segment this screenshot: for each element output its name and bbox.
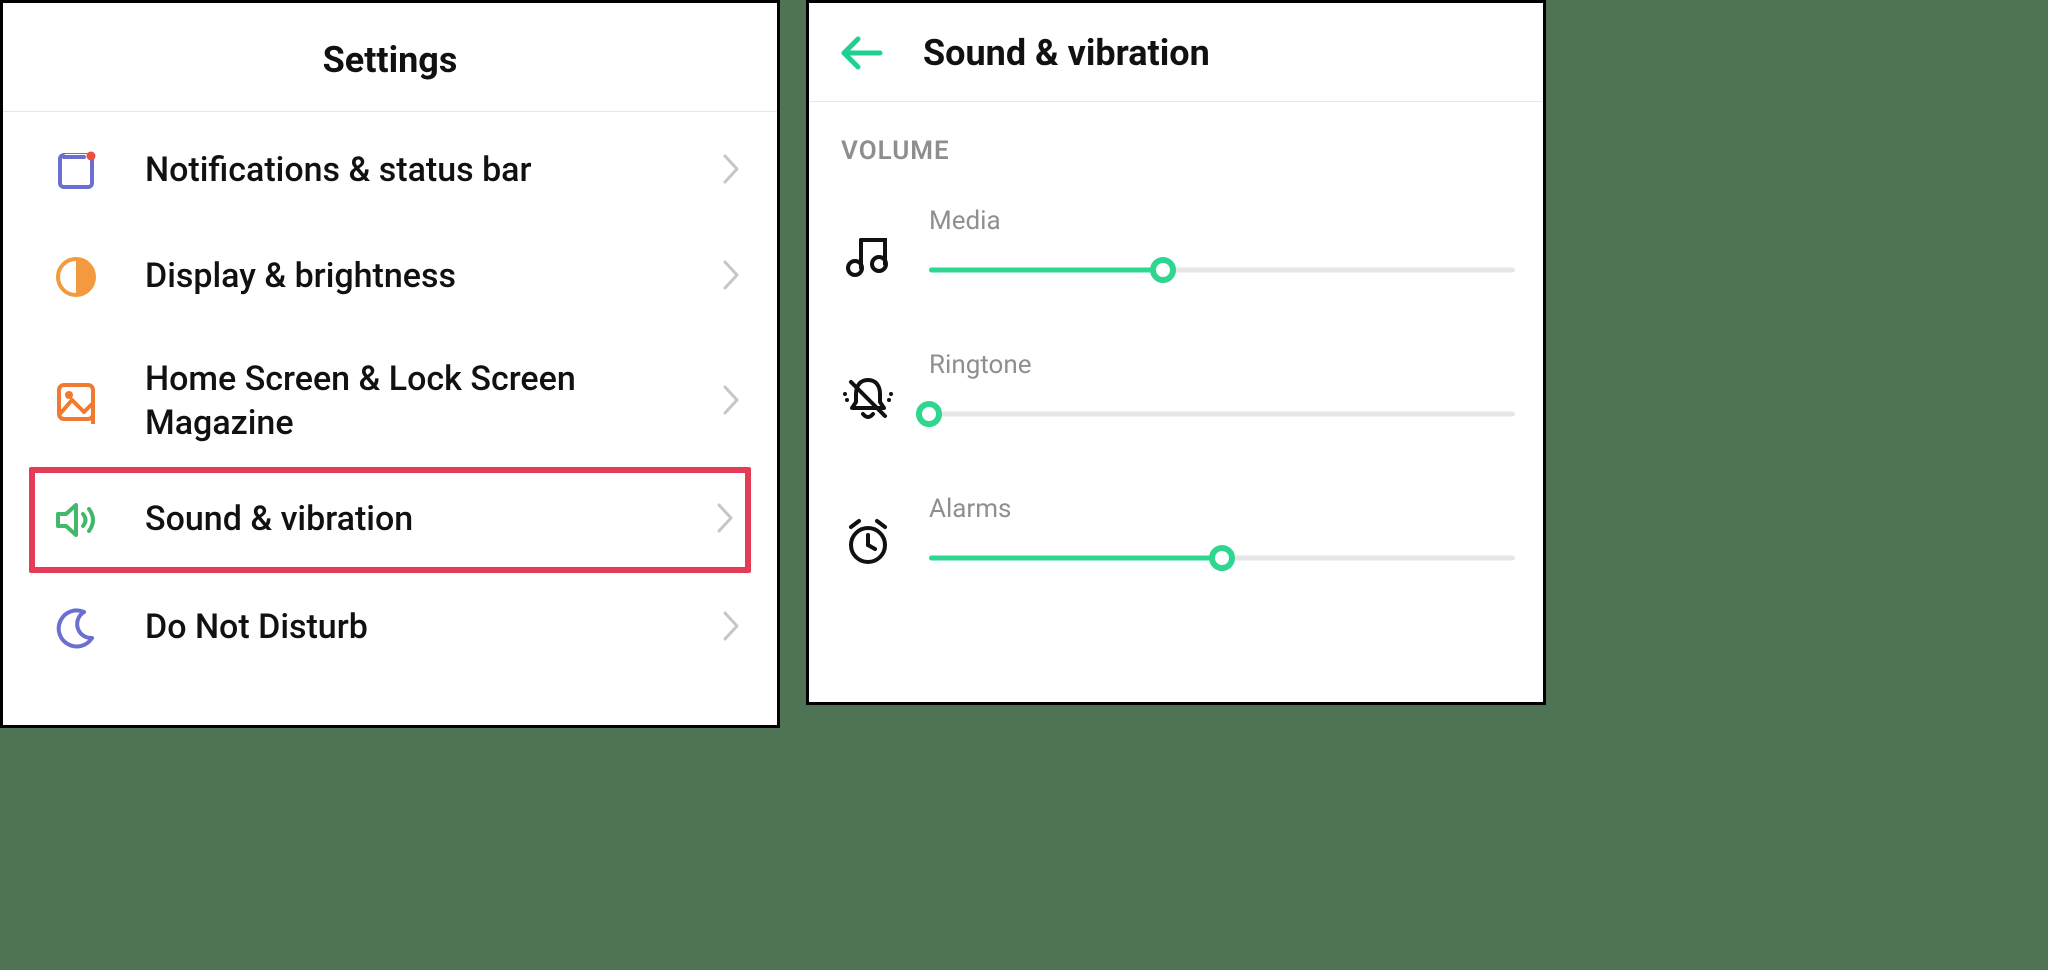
bell-muted-icon <box>841 372 895 426</box>
media-volume-slider[interactable] <box>929 258 1515 282</box>
arrow-left-icon <box>838 33 884 73</box>
home-magazine-icon <box>51 377 101 427</box>
slider-track-fill <box>929 556 1222 561</box>
music-note-icon <box>841 228 895 282</box>
settings-item-label: Notifications & status bar <box>145 149 677 193</box>
slider-track-fill <box>929 268 1163 273</box>
slider-thumb[interactable] <box>916 401 942 427</box>
settings-item-do-not-disturb[interactable]: Do Not Disturb <box>3 567 777 681</box>
alarms-volume-slider[interactable] <box>929 546 1515 570</box>
slider-label: Media <box>929 206 1515 236</box>
slider-label: Ringtone <box>929 350 1515 380</box>
volume-row-ringtone: Ringtone <box>837 350 1515 426</box>
volume-section-heading: VOLUME <box>837 136 1515 166</box>
volume-row-alarms: Alarms <box>837 494 1515 570</box>
notification-rect-icon <box>51 146 101 196</box>
settings-title: Settings <box>3 3 777 112</box>
chevron-right-icon <box>721 152 743 190</box>
sound-vibration-title: Sound & vibration <box>923 32 1210 74</box>
ringtone-volume-slider[interactable] <box>929 402 1515 426</box>
sound-vibration-header: Sound & vibration <box>809 3 1543 102</box>
settings-item-label: Sound & vibration <box>145 498 671 542</box>
settings-item-display[interactable]: Display & brightness <box>3 224 777 330</box>
speaker-icon <box>51 495 101 545</box>
settings-list: Notifications & status bar Display & bri… <box>3 112 777 681</box>
settings-item-label: Display & brightness <box>145 255 677 299</box>
chevron-right-icon <box>721 609 743 647</box>
settings-item-sound-vibration[interactable]: Sound & vibration <box>29 467 751 573</box>
sound-vibration-panel: Sound & vibration VOLUME Media <box>806 0 1546 705</box>
brightness-half-icon <box>51 252 101 302</box>
slider-thumb[interactable] <box>1150 257 1176 283</box>
chevron-right-icon <box>721 383 743 421</box>
chevron-right-icon <box>715 501 737 539</box>
settings-panel: Settings Notifications & status bar <box>0 0 780 728</box>
volume-row-media: Media <box>837 206 1515 282</box>
back-button[interactable] <box>837 29 885 77</box>
settings-item-notifications[interactable]: Notifications & status bar <box>3 118 777 224</box>
slider-label: Alarms <box>929 494 1515 524</box>
slider-track-bg <box>929 412 1515 417</box>
sound-vibration-body: VOLUME Media <box>809 102 1543 598</box>
slider-thumb[interactable] <box>1209 545 1235 571</box>
moon-icon <box>51 603 101 653</box>
settings-item-home-screen[interactable]: Home Screen & Lock Screen Magazine <box>3 330 777 473</box>
chevron-right-icon <box>721 258 743 296</box>
settings-item-label: Do Not Disturb <box>145 606 677 650</box>
settings-item-label: Home Screen & Lock Screen Magazine <box>145 358 677 445</box>
alarm-clock-icon <box>841 516 895 570</box>
